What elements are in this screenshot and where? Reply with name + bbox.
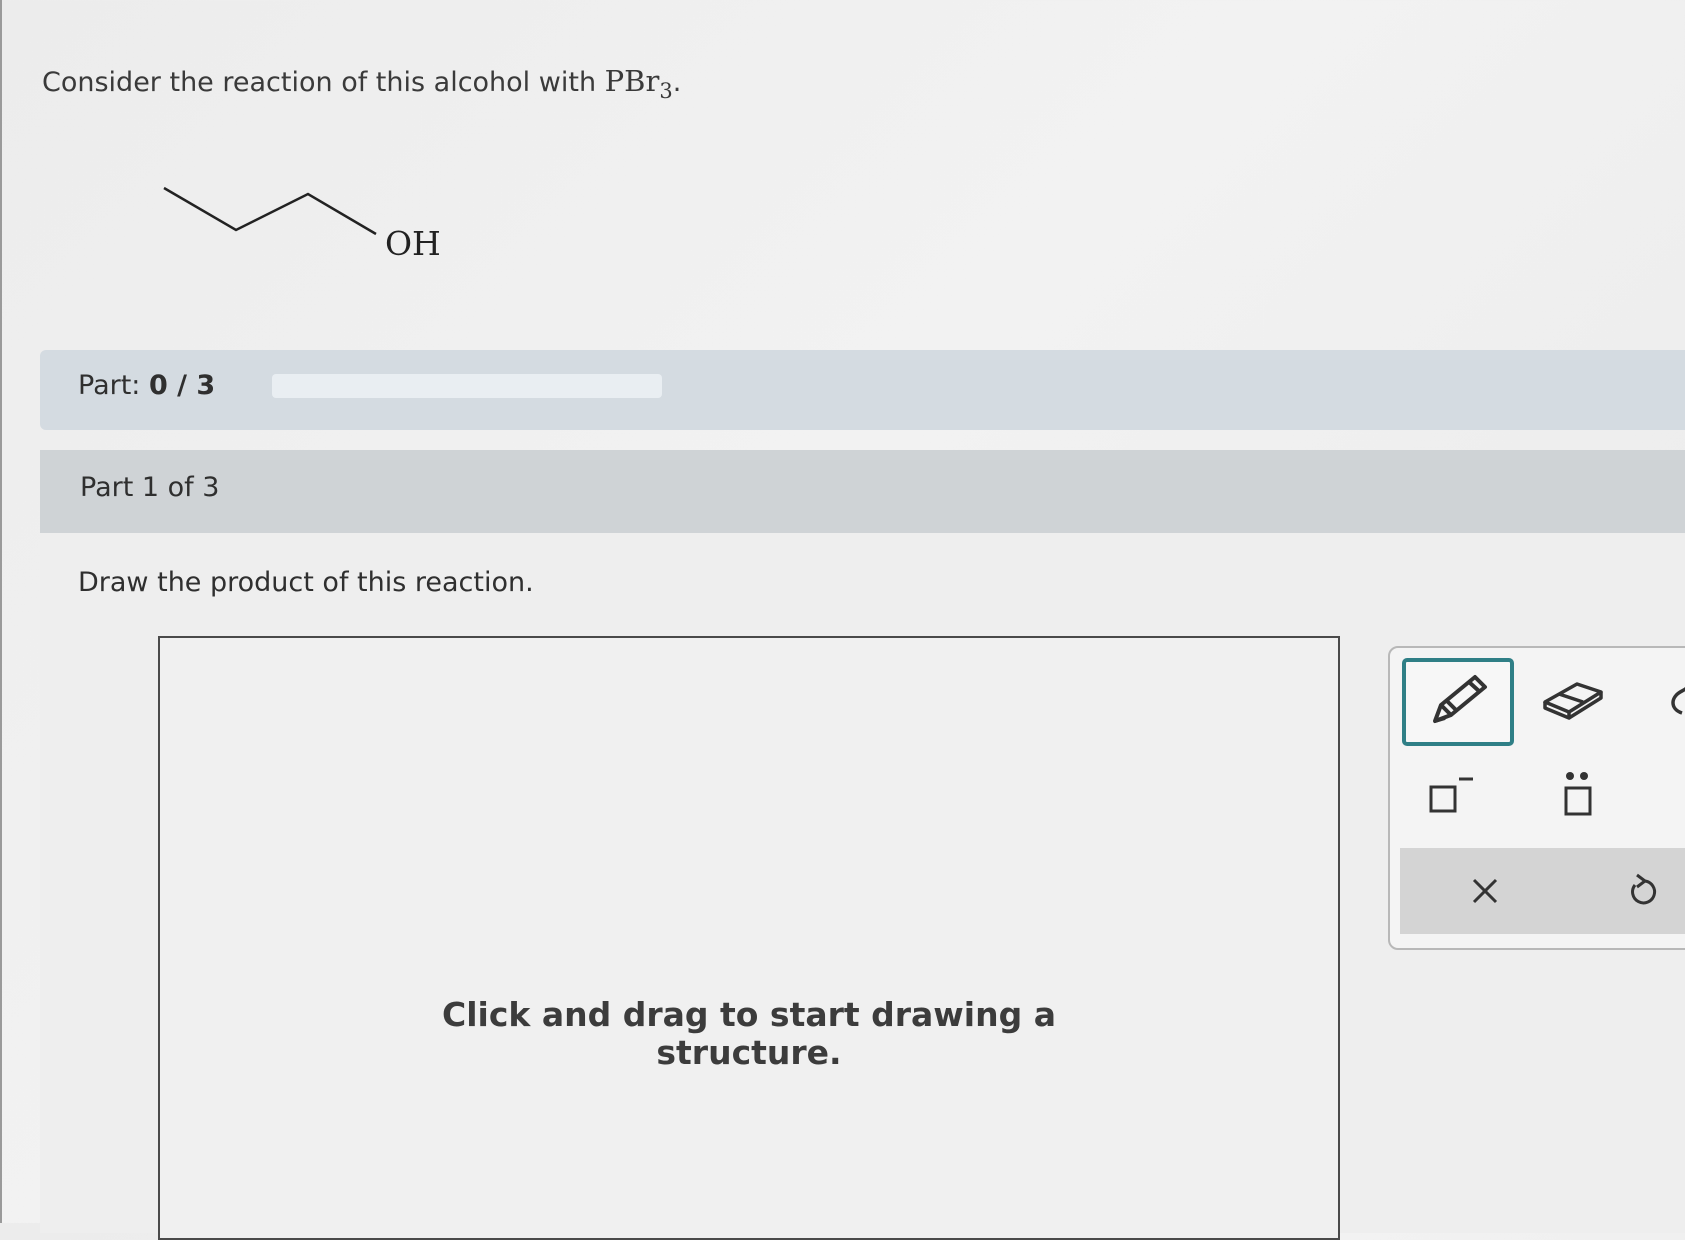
progress-track [272, 374, 662, 398]
charge-tool-button[interactable] [1420, 766, 1480, 824]
canvas-hint-line-1: Click and drag to start drawing a [442, 995, 1056, 1034]
drawing-canvas[interactable]: Click and drag to start drawing a struct… [158, 636, 1340, 1240]
progress-label-text: Part: [78, 370, 149, 401]
page-left-border [0, 0, 2, 1223]
close-icon [1472, 878, 1498, 904]
pencil-icon [1433, 675, 1487, 723]
question-suffix: . [672, 67, 682, 98]
undo-icon [1631, 873, 1657, 905]
question-text: Consider the reaction of this alcohol wi… [42, 64, 681, 103]
reagent-symbol: PBr [604, 64, 660, 98]
reagent-subscript: 3 [659, 79, 673, 103]
alcohol-structure [163, 186, 377, 236]
question-prefix: Consider the reaction of this alcohol wi… [42, 67, 605, 98]
pencil-tool-button[interactable] [1402, 658, 1514, 746]
action-bar [1400, 848, 1685, 934]
canvas-hint: Click and drag to start drawing a struct… [160, 996, 1338, 1072]
lasso-tool-button[interactable] [1660, 668, 1685, 728]
hydroxyl-label: OH [385, 224, 441, 263]
part-title: Part 1 of 3 [80, 472, 220, 503]
part-header: Part 1 of 3 [40, 450, 1685, 533]
eraser-tool-button[interactable] [1538, 668, 1608, 728]
progress-label: Part: 0 / 3 [78, 370, 215, 401]
drawing-toolbar [1388, 646, 1685, 950]
part-instruction: Draw the product of this reaction. [78, 567, 534, 598]
progress-count: 0 / 3 [148, 370, 216, 401]
reagent-formula: PBr3 [604, 64, 673, 103]
clear-button[interactable] [1455, 862, 1515, 920]
lone-pair-tool-button[interactable] [1548, 766, 1608, 824]
carbon-chain [163, 186, 377, 236]
charge-icon [1429, 777, 1473, 813]
lone-pair-icon [1564, 772, 1592, 816]
undo-button[interactable] [1612, 862, 1672, 920]
eraser-icon [1543, 682, 1603, 720]
canvas-hint-line-2: structure. [656, 1033, 842, 1072]
progress-bar: Part: 0 / 3 [40, 350, 1685, 430]
lasso-icon [1671, 687, 1685, 715]
